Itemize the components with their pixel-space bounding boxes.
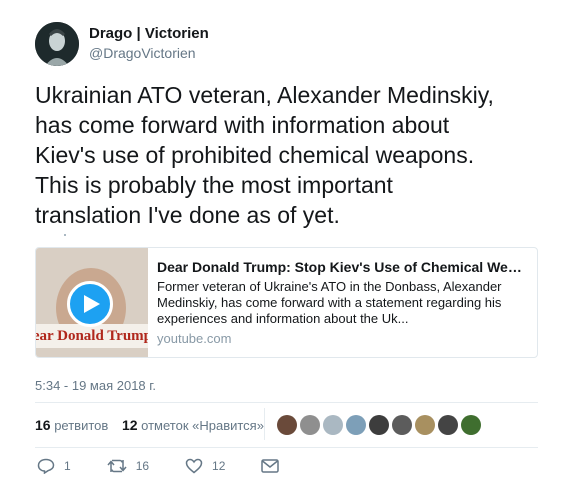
author-avatar[interactable] [35,22,79,66]
tweet-timestamp[interactable]: 5:34 - 19 мая 2018 г. [35,378,156,393]
retweet-button[interactable]: 16 [107,459,149,473]
divider [35,402,538,403]
liker-avatar[interactable] [369,415,389,435]
reply-icon [37,458,55,474]
reply-button[interactable]: 1 [37,458,71,474]
liker-avatar[interactable] [300,415,320,435]
tweet-stats: 16 ретвитов 12 отметок «Нравится» [35,417,274,433]
play-icon[interactable] [67,281,113,327]
likes-count: 12 [121,417,138,433]
likes-stat[interactable]: 12 отметок «Нравится» [121,417,264,433]
tweet-text-line: translation I've done as of yet. [35,202,340,228]
liker-avatar[interactable] [346,415,366,435]
liker-avatar[interactable] [415,415,435,435]
tweet-text: Ukrainian ATO veteran, Alexander Medinsk… [35,80,555,230]
author-handle[interactable]: @DragoVictorien [89,45,196,61]
liker-avatar[interactable] [392,415,412,435]
liker-avatar[interactable] [461,415,481,435]
retweet-icon [107,459,127,473]
like-count: 12 [212,459,226,473]
tweet-text-line: Ukrainian ATO veteran, Alexander Medinsk… [35,82,494,108]
retweets-count: 16 [35,417,51,433]
tweet-text-line: Kiev's use of prohibited chemical weapon… [35,142,475,168]
liker-avatar[interactable] [323,415,343,435]
card-description-line: Medinskiy, has come forward with a state… [157,295,502,310]
card-description-line: Former veteran of Ukraine's ATO in the D… [157,279,502,294]
card-description-line: experiences and information about the Uk… [157,311,409,326]
retweets-label: ретвитов [54,418,109,433]
separator-dot [64,234,66,236]
reply-count: 1 [64,459,71,473]
envelope-icon [261,459,280,473]
tweet-text-line: This is probably the most important [35,172,393,198]
link-card[interactable]: Dear Donald Trump Dear Donald Trump: Sto… [35,247,538,358]
likes-label: отметок «Нравится» [141,418,264,433]
tweet-text-line: has come forward with information about [35,112,450,138]
card-description: Former veteran of Ukraine's ATO in the D… [157,279,529,327]
liker-avatar[interactable] [277,415,297,435]
author-name[interactable]: Drago | Victorien [89,25,209,42]
action-bar: 1 16 12 [37,458,324,474]
divider [35,447,538,448]
thumbnail-banner: Dear Donald Trump [36,324,148,348]
heart-icon [185,458,203,474]
card-title[interactable]: Dear Donald Trump: Stop Kiev's Use of Ch… [157,259,529,275]
liker-avatar[interactable] [438,415,458,435]
card-domain: youtube.com [157,331,232,346]
like-button[interactable]: 12 [185,458,225,474]
direct-message-button[interactable] [261,459,288,473]
retweets-stat[interactable]: 16 ретвитов [35,417,109,433]
stats-divider [264,408,265,440]
card-thumbnail[interactable]: Dear Donald Trump [36,248,148,357]
retweet-count: 16 [135,459,150,473]
liker-avatars [277,415,481,435]
